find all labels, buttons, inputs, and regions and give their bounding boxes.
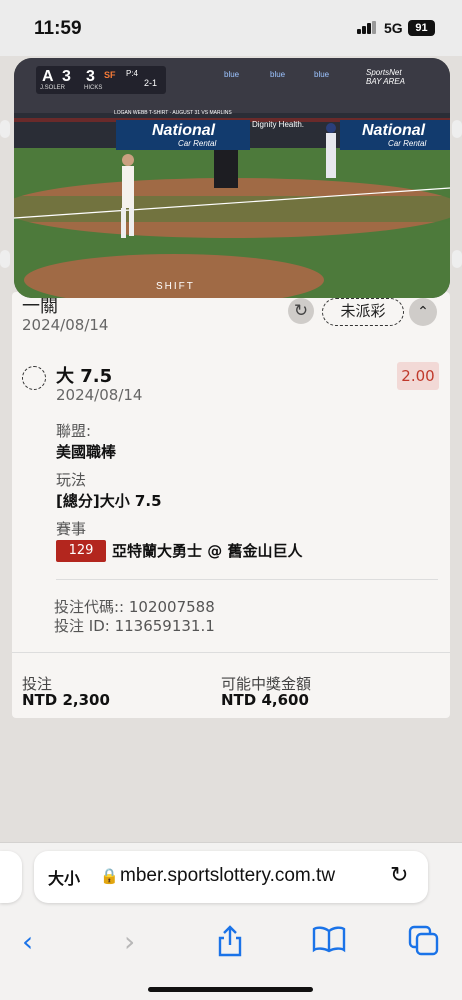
divider (12, 652, 450, 653)
pick-date: 2024/08/14 (56, 386, 143, 404)
url-text[interactable]: mber.sportslottery.com.tw (120, 865, 335, 887)
stake-value: NTD 2,300 (22, 691, 110, 709)
edge-handle (452, 120, 462, 138)
home-indicator (148, 987, 313, 992)
league-label: 聯盟: (56, 422, 92, 440)
bet-date: 2024/08/14 (22, 316, 109, 334)
banner-national-left: National Car Rental (116, 120, 250, 150)
lock-icon: 🔒 (100, 867, 119, 885)
forward-icon[interactable]: › (124, 925, 135, 958)
refresh-button[interactable]: ↻ (288, 298, 314, 324)
edge-handle (452, 250, 462, 268)
batter-name: J.SOLER (40, 85, 66, 91)
previous-tab[interactable] (0, 851, 22, 903)
mound-text: SHIFT (156, 281, 195, 292)
league-value: 美國職棒 (56, 443, 117, 461)
home-score: 3 (86, 68, 95, 85)
bet-code: 投注代碼:: 102007588 (54, 598, 215, 616)
event-label: 賽事 (56, 520, 87, 538)
collapse-button[interactable]: ⌃ (409, 298, 437, 326)
chevron-up-icon: ⌃ (417, 304, 429, 320)
bookmarks-icon[interactable] (312, 925, 346, 960)
pick-label: 大 7.5 (56, 366, 113, 387)
rail-text: LOGAN WEBB T-SHIRT · AUGUST 31 VS MARLIN… (114, 110, 232, 116)
divider (56, 579, 438, 580)
home-team-logo: SF (104, 70, 116, 80)
selection-indicator (22, 366, 46, 390)
event-name: 亞特蘭大勇士 @ 舊金山巨人 (112, 542, 303, 560)
pitch-count: 2-1 (144, 78, 158, 88)
bet-id: 投注 ID: 113659131.1 (54, 617, 215, 635)
refresh-icon: ↻ (293, 301, 309, 321)
address-bar[interactable]: 大小 🔒 mber.sportslottery.com.tw ↻ (34, 851, 428, 903)
clock: 11:59 (34, 18, 82, 39)
network-type: 5G (384, 20, 403, 36)
bet-card: 一關 2024/08/14 ↻ 未派彩 ⌃ 大 7.5 2024/08/14 2… (12, 292, 450, 718)
video-player[interactable]: A 3 3 SF J.SOLER HICKS P:4 2-1 blue blue… (14, 58, 450, 298)
payout-value: NTD 4,600 (221, 691, 309, 709)
market-value: [總分]大小 7.5 (56, 492, 162, 510)
signal-icon (357, 21, 379, 34)
away-score: 3 (62, 68, 71, 85)
share-icon[interactable] (216, 925, 244, 964)
banner-national-right: National Car Rental (340, 120, 450, 150)
away-team-logo: A (42, 68, 54, 85)
inning-info: P:4 (126, 69, 139, 78)
text-size-button[interactable]: 大小 (48, 865, 80, 889)
status-badge: 未派彩 (322, 298, 404, 326)
network-logo: SportsNet BAY AREA (366, 68, 405, 86)
ad-text: blue (224, 70, 240, 79)
edge-handle (0, 120, 10, 138)
ad-text: blue (270, 70, 286, 79)
event-number-badge: 129 (56, 540, 106, 562)
odds-badge: 2.00 (397, 362, 439, 390)
sponsor-text: Dignity Health. (252, 120, 305, 129)
market-label: 玩法 (56, 471, 87, 489)
video-frame (14, 58, 450, 298)
scoreboard: A 3 3 SF J.SOLER HICKS P:4 2-1 (36, 66, 166, 94)
browser-toolbar: 大小 🔒 mber.sportslottery.com.tw ↻ ‹ › (0, 842, 462, 1000)
reload-icon[interactable]: ↻ (390, 863, 408, 888)
pitcher-name: HICKS (84, 85, 103, 91)
battery-icon: 91 (408, 20, 435, 36)
back-icon[interactable]: ‹ (22, 925, 33, 958)
status-bar: 11:59 5G 91 (0, 0, 462, 56)
edge-handle (0, 250, 10, 268)
tabs-icon[interactable] (408, 925, 440, 964)
ad-text: blue (314, 70, 330, 79)
